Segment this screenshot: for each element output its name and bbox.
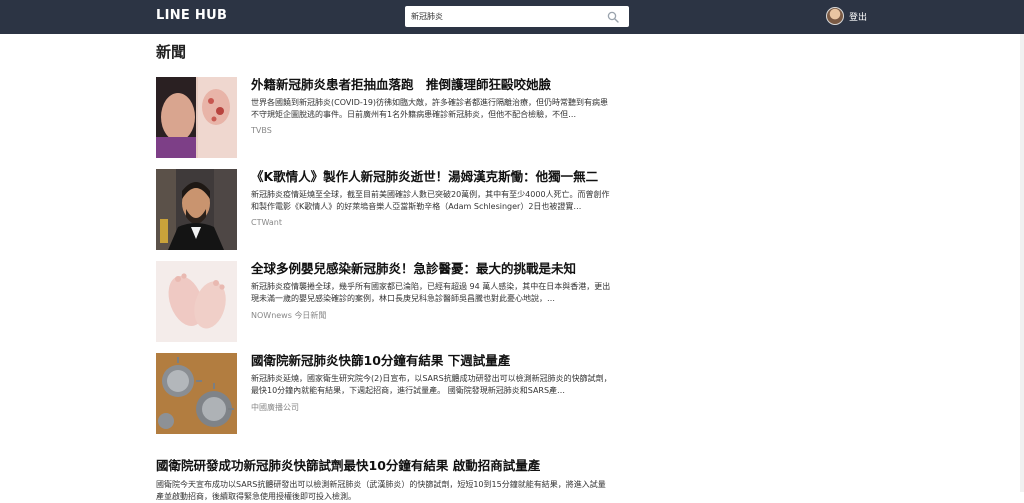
news-snippet: 新冠肺炎疫情延燒至全球，截至目前美國確診人數已突破20萬例，其中有至少4000人… [251, 190, 610, 211]
news-body: 全球多例嬰兒感染新冠肺炎！急診醫憂：最大的挑戰是未知 新冠肺炎疫情襲捲全球，幾乎… [251, 261, 616, 321]
news-snippet: 新冠肺炎疫情襲捲全球，幾乎所有國家都已淪陷，已經有超過 94 萬人感染，其中在日… [251, 282, 611, 303]
news-thumbnail[interactable] [156, 169, 237, 250]
news-source: TVBS [251, 126, 272, 135]
news-title[interactable]: 《K歌情人》製作人新冠肺炎逝世！湯姆漢克斯慟：他獨一無二 [251, 169, 616, 185]
top-navbar: LINE HUB 登出 [0, 0, 1024, 34]
news-source: NOWnews 今日新聞 [251, 311, 327, 320]
news-snippet: 新冠肺炎延燒，國家衛生研究院今(2)日宣布，以SARS抗體成功研發出可以檢測新冠… [251, 374, 612, 395]
news-source: CTWant [251, 218, 282, 227]
news-snippet: 國衛院今天宣布成功以SARS抗體研發出可以檢測新冠肺炎（武漢肺炎）的快篩試劑，短… [156, 480, 606, 501]
avatar[interactable] [826, 7, 844, 25]
news-body: 國衛院新冠肺炎快篩10分鐘有結果 下週試量產 新冠肺炎延燒，國家衛生研究院今(2… [251, 353, 616, 413]
search-input[interactable] [411, 8, 601, 25]
news-title[interactable]: 外籍新冠肺炎患者拒抽血落跑 推倒護理師狂毆咬她臉 [251, 77, 616, 93]
news-body: 外籍新冠肺炎患者拒抽血落跑 推倒護理師狂毆咬她臉 世界各國饒到新冠肺炎(COVI… [251, 77, 616, 135]
news-item[interactable]: 國衛院研發成功新冠肺炎快篩試劑最快10分鐘有結果 啟動招商試量產 國衛院今天宣布… [156, 458, 606, 503]
news-thumbnail[interactable] [156, 77, 237, 158]
news-title[interactable]: 國衛院研發成功新冠肺炎快篩試劑最快10分鐘有結果 啟動招商試量產 [156, 458, 606, 474]
search-icon[interactable] [607, 11, 619, 23]
news-title[interactable]: 國衛院新冠肺炎快篩10分鐘有結果 下週試量產 [251, 353, 616, 369]
news-body: 《K歌情人》製作人新冠肺炎逝世！湯姆漢克斯慟：他獨一無二 新冠肺炎疫情延燒至全球… [251, 169, 616, 227]
brand-logo[interactable]: LINE HUB [156, 8, 227, 23]
news-title[interactable]: 全球多例嬰兒感染新冠肺炎！急診醫憂：最大的挑戰是未知 [251, 261, 616, 277]
scrollbar-track[interactable] [1020, 34, 1024, 492]
logout-link[interactable]: 登出 [849, 10, 867, 23]
news-thumbnail[interactable] [156, 353, 237, 434]
news-source: 中國廣播公司 [251, 403, 299, 412]
page-title: 新聞 [156, 43, 187, 61]
search-box [405, 6, 629, 27]
news-thumbnail[interactable] [156, 261, 237, 342]
news-snippet: 世界各國饒到新冠肺炎(COVID-19)彷彿如臨大敵，許多確診者都進行隔離治療，… [251, 98, 609, 119]
